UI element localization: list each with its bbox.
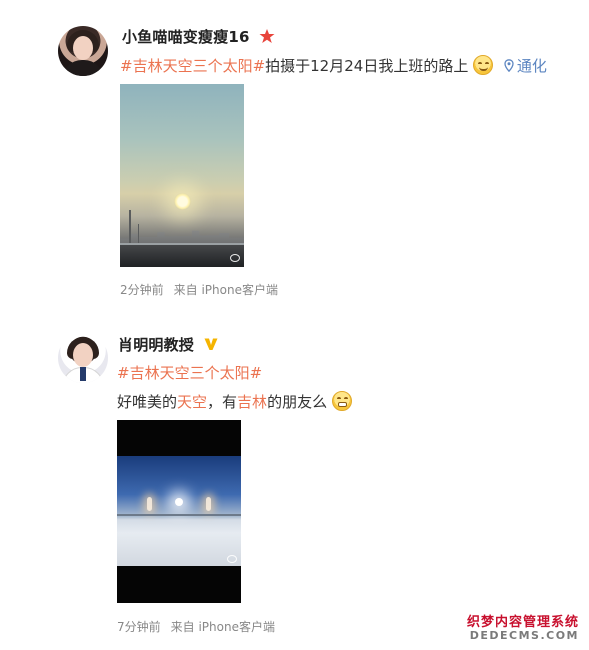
weibo-feed: 小鱼喵喵变瘦瘦16 #吉林天空三个太阳#拍摄于12月24日我上班的路上 通化 2… (0, 0, 589, 650)
feed-post: 小鱼喵喵变瘦瘦16 #吉林天空三个太阳#拍摄于12月24日我上班的路上 通化 2… (0, 0, 589, 310)
weibo-watermark-icon (227, 555, 237, 563)
post-photo[interactable] (120, 84, 244, 267)
sun (175, 498, 183, 506)
post-content: 好唯美的天空，有吉林的朋友么 (117, 391, 352, 412)
sundog-right (206, 497, 211, 511)
sun (174, 193, 191, 210)
sundog-left (147, 497, 152, 511)
username-text[interactable]: 肖明明教授 (118, 336, 194, 354)
feed-post: 肖明明教授 #吉林天空三个太阳# 好唯美的天空，有吉林的朋友么 7分钟前 来自 i… (0, 322, 589, 642)
avatar[interactable] (58, 26, 108, 76)
post-source: 来自 iPhone客户端 (173, 283, 278, 297)
site-watermark: 织梦内容管理系统 DEDECMS.COM (466, 614, 579, 642)
verified-v-icon (204, 338, 218, 350)
post-photo[interactable] (117, 420, 241, 603)
location-pin-icon (504, 59, 514, 72)
post-username[interactable]: 小鱼喵喵变瘦瘦16 (122, 26, 275, 47)
post-username[interactable]: 肖明明教授 (118, 334, 219, 355)
avatar[interactable] (58, 333, 108, 383)
keyword-link[interactable]: 天空 (177, 393, 207, 411)
snowfield-scene (117, 456, 241, 566)
username-text[interactable]: 小鱼喵喵变瘦瘦16 (122, 28, 250, 46)
road (120, 245, 244, 267)
location-link[interactable]: 通化 (504, 57, 547, 75)
weibo-watermark-icon (230, 254, 240, 262)
post-hashtag-line: #吉林天空三个太阳# (117, 362, 262, 383)
grin-emoji-icon (331, 391, 352, 411)
watermark-cn: 织梦内容管理系统 (466, 614, 579, 630)
post-time[interactable]: 7分钟前 (117, 620, 161, 634)
post-meta: 7分钟前 来自 iPhone客户端 (117, 618, 275, 635)
location-text: 通化 (516, 57, 547, 75)
hashtag-link[interactable]: #吉林天空三个太阳# (120, 57, 265, 75)
smile-emoji-icon (473, 55, 494, 75)
hashtag-link[interactable]: #吉林天空三个太阳# (117, 364, 262, 382)
post-body-text: 拍摄于12月24日我上班的路上 (265, 57, 469, 75)
red-star-icon (259, 29, 275, 43)
keyword-link[interactable]: 吉林 (237, 393, 267, 411)
post-content: #吉林天空三个太阳#拍摄于12月24日我上班的路上 通化 (120, 55, 547, 76)
post-source: 来自 iPhone客户端 (170, 620, 275, 634)
post-time[interactable]: 2分钟前 (120, 283, 164, 297)
watermark-en: DEDECMS.COM (469, 628, 579, 642)
post-meta: 2分钟前 来自 iPhone客户端 (120, 281, 278, 298)
